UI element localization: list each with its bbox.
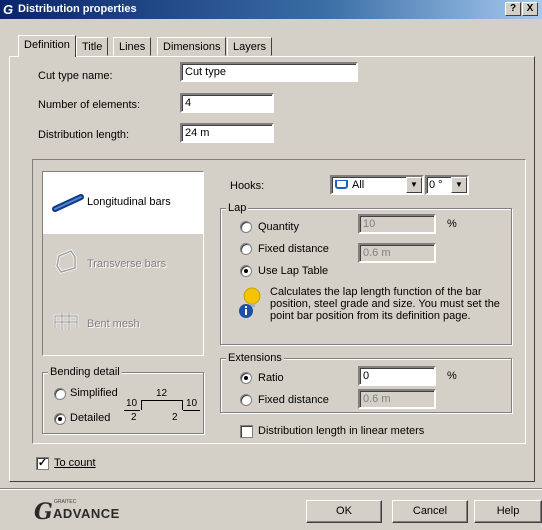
type-transverse-label: Transverse bars xyxy=(87,258,167,270)
hooks-value: All xyxy=(352,179,365,191)
ok-button[interactable]: OK xyxy=(306,500,382,523)
bending-diagram: 10 2 12 2 10 xyxy=(122,386,202,423)
cut-type-input[interactable]: Cut type xyxy=(180,62,358,82)
hooks-angle-value: 0 ° xyxy=(429,179,443,191)
length-input[interactable]: 24 m xyxy=(180,123,274,143)
brand-g-icon: G xyxy=(34,499,53,525)
ext-ratio-input[interactable]: 0 xyxy=(358,366,436,386)
brand-small: GRAITEC xyxy=(54,499,77,505)
bending-simplified-radio[interactable] xyxy=(54,388,66,400)
type-transverse[interactable]: Transverse bars xyxy=(43,236,203,292)
ext-fixed-label[interactable]: Fixed distance xyxy=(258,394,329,406)
type-longitudinal-label: Longitudinal bars xyxy=(87,196,171,208)
bending-simplified-label[interactable]: Simplified xyxy=(70,387,118,399)
tab-layers[interactable]: Layers xyxy=(227,37,273,56)
bending-detailed-radio[interactable] xyxy=(54,413,66,425)
bend-mid-line xyxy=(142,400,182,401)
lap-table-label[interactable]: Use Lap Table xyxy=(258,265,328,277)
lap-quantity-label[interactable]: Quantity xyxy=(258,221,299,233)
info-bulb-icon xyxy=(239,287,261,318)
bend-mid-top: 12 xyxy=(156,388,168,399)
close-button[interactable]: X xyxy=(522,2,538,16)
ext-fixed-radio[interactable] xyxy=(240,394,252,406)
lap-quantity-input[interactable]: 10 xyxy=(358,214,436,234)
bend-right-line xyxy=(183,410,200,411)
window-title: Distribution properties xyxy=(18,3,137,15)
bend-mid-left-leg xyxy=(141,400,142,410)
bend-left-bottom: 2 xyxy=(131,412,137,423)
lap-title: Lap xyxy=(226,202,249,214)
elements-input[interactable]: 4 xyxy=(180,93,274,113)
hooks-angle-combo[interactable]: 0 ° ▼ xyxy=(425,175,469,195)
ext-fixed-input[interactable]: 0.6 m xyxy=(358,389,436,409)
to-count-checkbox[interactable]: ✓ xyxy=(36,457,49,470)
bend-left-top: 10 xyxy=(126,398,138,409)
extensions-title: Extensions xyxy=(226,352,284,364)
type-mesh[interactable]: Bent mesh xyxy=(43,296,203,352)
linear-meters-checkbox[interactable] xyxy=(240,425,253,438)
length-label: Distribution length: xyxy=(38,129,130,141)
help-button[interactable]: Help xyxy=(474,500,542,523)
lap-fixed-input[interactable]: 0.6 m xyxy=(358,243,436,263)
tab-definition[interactable]: Definition xyxy=(18,35,76,57)
ext-ratio-radio[interactable] xyxy=(240,372,252,384)
bend-mid-bottom: 2 xyxy=(172,412,178,423)
tab-lines[interactable]: Lines xyxy=(113,37,152,56)
hooks-combo[interactable]: All ▼ xyxy=(330,175,424,195)
lap-fixed-label[interactable]: Fixed distance xyxy=(258,243,329,255)
type-longitudinal[interactable]: Longitudinal bars xyxy=(43,172,203,234)
bent-mesh-icon xyxy=(53,312,79,330)
cancel-button[interactable]: Cancel xyxy=(392,500,468,523)
lap-info-text: Calculates the lap length function of th… xyxy=(270,286,500,322)
longitudinal-bars-icon xyxy=(52,194,84,212)
brand-name: ADVANCE xyxy=(53,506,120,521)
lap-quantity-radio[interactable] xyxy=(240,221,252,233)
lap-quantity-unit: % xyxy=(447,218,457,230)
bending-detailed-label[interactable]: Detailed xyxy=(70,412,110,424)
help-title-button[interactable]: ? xyxy=(505,2,521,16)
bend-right-top: 10 xyxy=(186,398,198,409)
lap-table-radio[interactable] xyxy=(240,265,252,277)
bend-mid-right-leg xyxy=(182,400,183,410)
hooks-dropdown-arrow[interactable]: ▼ xyxy=(406,177,422,193)
bending-detail-title: Bending detail xyxy=(48,366,122,378)
brand-logo: G GRAITEC ADVANCE xyxy=(34,499,144,525)
title-bar[interactable]: G Distribution properties ? X xyxy=(0,0,542,19)
elements-label: Number of elements: xyxy=(38,99,141,111)
ext-ratio-unit: % xyxy=(447,370,457,382)
tab-title[interactable]: Title xyxy=(76,37,109,56)
bend-left-line xyxy=(124,410,140,411)
hook-icon xyxy=(335,180,348,189)
app-logo-icon: G xyxy=(3,2,14,17)
footer-separator xyxy=(0,488,542,489)
tab-dimensions[interactable]: Dimensions xyxy=(157,37,227,56)
transverse-bars-icon xyxy=(55,249,77,274)
to-count-label[interactable]: To count xyxy=(54,457,96,469)
hooks-label: Hooks: xyxy=(230,180,265,192)
ext-ratio-label[interactable]: Ratio xyxy=(258,372,284,384)
linear-meters-label[interactable]: Distribution length in linear meters xyxy=(258,425,424,437)
hooks-angle-dropdown-arrow[interactable]: ▼ xyxy=(451,177,467,193)
lap-fixed-radio[interactable] xyxy=(240,243,252,255)
cut-type-label: Cut type name: xyxy=(38,70,113,82)
type-mesh-label: Bent mesh xyxy=(87,318,140,330)
